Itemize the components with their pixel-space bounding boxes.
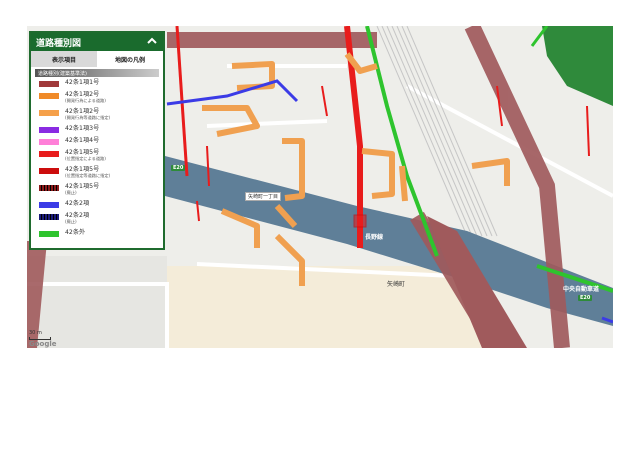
legend-swatch bbox=[39, 202, 59, 208]
legend-item-label: 42条1項3号 bbox=[65, 125, 100, 132]
legend-item: 42条1項5号 (廃止) bbox=[39, 183, 163, 200]
legend-title: 道路種別図 bbox=[36, 38, 82, 49]
legend-tabs: 表示項目 地図の凡例 bbox=[31, 51, 163, 67]
legend-item-label: 42条2項 bbox=[65, 200, 90, 207]
yazakicho-label: 矢崎町 bbox=[387, 281, 406, 288]
legend-item: 42条1項4号 bbox=[39, 137, 163, 149]
legend-panel: 道路種別図 表示項目 地図の凡例 道路種別(建築基準法) 42条1項1号 42条1… bbox=[29, 31, 165, 250]
legend-item: 42条2項 (廃止) bbox=[39, 212, 163, 229]
legend-swatch bbox=[39, 168, 59, 174]
legend-item-label: 42条1項5号 bbox=[65, 183, 100, 190]
legend-item-label: 42条1項1号 bbox=[65, 79, 100, 86]
legend-items: 42条1項1号 42条1項2号 (開発行為による道路) 42条1項2号 (開発行為等道路… bbox=[31, 79, 163, 241]
legend-item-note: (位置指定による道路) bbox=[65, 156, 106, 161]
legend-item-note: (開発行為による道路) bbox=[65, 98, 106, 103]
legend-item: 42条1項1号 bbox=[39, 79, 163, 91]
legend-swatch bbox=[39, 110, 59, 116]
legend-item-label: 42条外 bbox=[65, 229, 86, 236]
chevron-up-icon[interactable] bbox=[146, 35, 158, 47]
tab-display-items[interactable]: 表示項目 bbox=[31, 51, 97, 67]
legend-swatch bbox=[39, 231, 59, 237]
legend-item-label: 42条1項4号 bbox=[65, 137, 100, 144]
legend-item-label: 42条1項5号 bbox=[65, 149, 100, 156]
legend-item: 42条2項 bbox=[39, 200, 163, 212]
legend-item-note: (廃止) bbox=[65, 190, 77, 195]
legend-swatch bbox=[39, 93, 59, 99]
legend-swatch bbox=[39, 127, 59, 133]
legend-item: 42条1項2号 (開発行為等道路に指定) bbox=[39, 108, 163, 125]
google-logo: Google bbox=[29, 340, 57, 348]
legend-header[interactable]: 道路種別図 bbox=[31, 33, 163, 51]
legend-item-note: (位置指定等道路に指定) bbox=[65, 173, 111, 178]
nagano-line-label: 長野線 bbox=[365, 234, 384, 241]
legend-item-label: 42条1項5号 bbox=[65, 166, 100, 173]
legend-swatch bbox=[39, 185, 59, 191]
legend-swatch bbox=[39, 139, 59, 145]
legend-item: 42条1項2号 (開発行為による道路) bbox=[39, 91, 163, 108]
legend-item-note: (廃止) bbox=[65, 219, 77, 224]
legend-item-label: 42条1項2号 bbox=[65, 91, 100, 98]
yazakicho-1-label: 矢崎町一丁目 bbox=[245, 192, 282, 201]
legend-item-label: 42条1項2号 bbox=[65, 108, 100, 115]
chuo-expressway-label: 中央自動車道 bbox=[563, 286, 600, 293]
legend-swatch bbox=[39, 151, 59, 157]
legend-item: 42条外 bbox=[39, 229, 163, 241]
legend-item: 42条1項5号 (位置指定による道路) bbox=[39, 149, 163, 166]
tab-map-legend[interactable]: 地図の凡例 bbox=[97, 51, 163, 67]
e20-shield-east: E20 bbox=[578, 295, 593, 301]
scale-label: 30 m bbox=[29, 330, 42, 336]
legend-item-label: 42条2項 bbox=[65, 212, 90, 219]
legend-item: 42条1項5号 (位置指定等道路に指定) bbox=[39, 166, 163, 183]
e20-shield-west: E20 bbox=[171, 165, 186, 171]
legend-swatch bbox=[39, 81, 59, 87]
legend-item-note: (開発行為等道路に指定) bbox=[65, 115, 111, 120]
legend-subheader: 道路種別(建築基準法) bbox=[35, 69, 159, 77]
legend-swatch bbox=[39, 214, 59, 220]
legend-item: 42条1項3号 bbox=[39, 125, 163, 137]
